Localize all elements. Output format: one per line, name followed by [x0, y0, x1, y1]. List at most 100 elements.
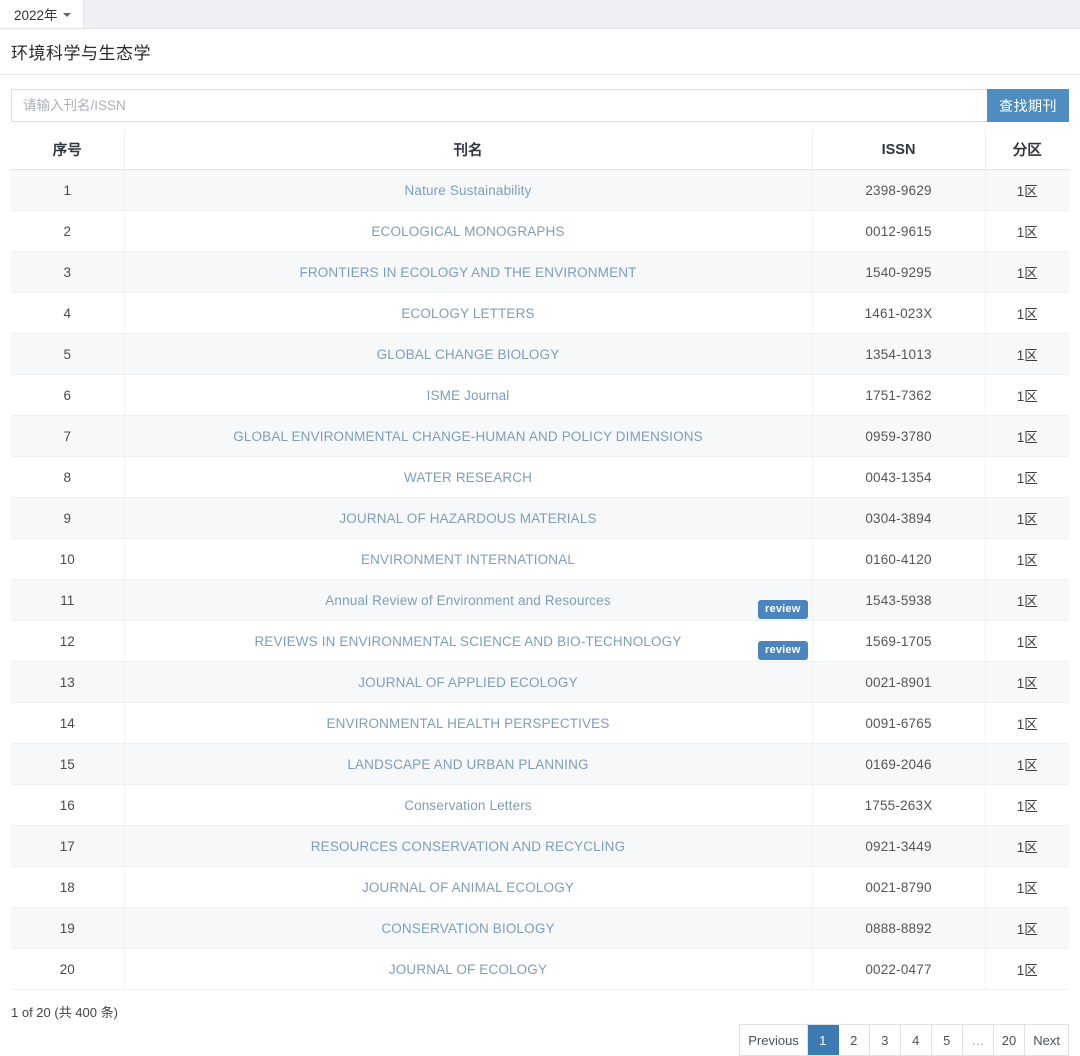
cell-index: 2: [11, 211, 124, 252]
journal-name-link[interactable]: CONSERVATION BIOLOGY: [381, 921, 554, 936]
cell-journal-name: RESOURCES CONSERVATION AND RECYCLING: [124, 826, 812, 867]
search-journal-button[interactable]: 查找期刊: [987, 89, 1069, 122]
journal-name-link[interactable]: ECOLOGY LETTERS: [401, 306, 534, 321]
cell-issn: 1354-1013: [812, 334, 985, 375]
cell-index: 1: [11, 170, 124, 211]
journal-name-link[interactable]: Nature Sustainability: [405, 183, 532, 198]
cell-index: 5: [11, 334, 124, 375]
journal-name-link[interactable]: WATER RESEARCH: [404, 470, 532, 485]
cell-zone: 1区: [985, 293, 1069, 334]
cell-issn: 0160-4120: [812, 539, 985, 580]
journal-name-link[interactable]: ENVIRONMENTAL HEALTH PERSPECTIVES: [326, 716, 609, 731]
cell-zone: 1区: [985, 662, 1069, 703]
year-tab-2022[interactable]: 2022年: [0, 0, 84, 28]
cell-zone: 1区: [985, 949, 1069, 990]
cell-zone: 1区: [985, 867, 1069, 908]
journal-name-link[interactable]: GLOBAL ENVIRONMENTAL CHANGE-HUMAN AND PO…: [233, 429, 703, 444]
cell-index: 6: [11, 375, 124, 416]
table-row: 4ECOLOGY LETTERS1461-023X1区: [11, 293, 1069, 334]
table-row: 16 Conservation Letters 1755-263X1区: [11, 785, 1069, 826]
table-row: 15LANDSCAPE AND URBAN PLANNING0169-20461…: [11, 744, 1069, 785]
table-row: 12REVIEWS IN ENVIRONMENTAL SCIENCE AND B…: [11, 621, 1069, 662]
journal-name-link[interactable]: JOURNAL OF HAZARDOUS MATERIALS: [339, 511, 596, 526]
table-row: 5 GLOBAL CHANGE BIOLOGY 1354-10131区: [11, 334, 1069, 375]
cell-zone: 1区: [985, 744, 1069, 785]
journal-table: 序号 刊名 ISSN 分区 1Nature Sustainability2398…: [11, 130, 1069, 990]
search-bar: 查找期刊: [11, 89, 1069, 122]
pagination-item-: …: [963, 1025, 994, 1055]
page-heading: 环境科学与生态学: [0, 29, 1080, 75]
cell-journal-name: JOURNAL OF APPLIED ECOLOGY: [124, 662, 812, 703]
pagination-item-1[interactable]: 1: [808, 1025, 839, 1055]
chevron-down-icon: [63, 13, 71, 17]
search-input[interactable]: [11, 89, 987, 122]
cell-issn: 0043-1354: [812, 457, 985, 498]
cell-issn: 0022-0477: [812, 949, 985, 990]
cell-journal-name: ECOLOGICAL MONOGRAPHS: [124, 211, 812, 252]
cell-index: 3: [11, 252, 124, 293]
cell-zone: 1区: [985, 539, 1069, 580]
cell-issn: 0959-3780: [812, 416, 985, 457]
journal-name-link[interactable]: REVIEWS IN ENVIRONMENTAL SCIENCE AND BIO…: [255, 634, 682, 649]
cell-zone: 1区: [985, 457, 1069, 498]
table-row: 10ENVIRONMENT INTERNATIONAL0160-41201区: [11, 539, 1069, 580]
review-badge: review: [758, 600, 807, 619]
cell-zone: 1区: [985, 785, 1069, 826]
cell-index: 8: [11, 457, 124, 498]
pagination-item-2[interactable]: 2: [839, 1025, 870, 1055]
cell-journal-name: ENVIRONMENT INTERNATIONAL: [124, 539, 812, 580]
table-row: 20 JOURNAL OF ECOLOGY 0022-04771区: [11, 949, 1069, 990]
journal-name-link[interactable]: ECOLOGICAL MONOGRAPHS: [371, 224, 564, 239]
table-row: 6ISME Journal1751-73621区: [11, 375, 1069, 416]
cell-journal-name: Conservation Letters: [124, 785, 812, 826]
cell-issn: 0091-6765: [812, 703, 985, 744]
cell-index: 11: [11, 580, 124, 621]
pagination-item-3[interactable]: 3: [870, 1025, 901, 1055]
table-row: 11 Annual Review of Environment and Resou…: [11, 580, 1069, 621]
journal-name-link[interactable]: LANDSCAPE AND URBAN PLANNING: [347, 757, 588, 772]
result-count: 1 of 20 (共 400 条): [11, 1002, 118, 1021]
column-header-zone: 分区: [985, 130, 1069, 170]
cell-issn: 1569-1705: [812, 621, 985, 662]
page-title: 环境科学与生态学: [11, 39, 151, 64]
journal-name-link[interactable]: Annual Review of Environment and Resourc…: [325, 593, 610, 608]
column-header-index: 序号: [11, 130, 124, 170]
cell-zone: 1区: [985, 580, 1069, 621]
journal-name-link[interactable]: FRONTIERS IN ECOLOGY AND THE ENVIRONMENT: [299, 265, 636, 280]
pagination-item-next[interactable]: Next: [1025, 1025, 1069, 1055]
cell-journal-name: Nature Sustainability: [124, 170, 812, 211]
cell-journal-name: GLOBAL ENVIRONMENTAL CHANGE-HUMAN AND PO…: [124, 416, 812, 457]
cell-issn: 1543-5938: [812, 580, 985, 621]
table-row: 17RESOURCES CONSERVATION AND RECYCLING09…: [11, 826, 1069, 867]
table-row: 9JOURNAL OF HAZARDOUS MATERIALS0304-3894…: [11, 498, 1069, 539]
journal-name-link[interactable]: Conservation Letters: [404, 798, 532, 813]
journal-name-link[interactable]: RESOURCES CONSERVATION AND RECYCLING: [311, 839, 625, 854]
cell-index: 16: [11, 785, 124, 826]
cell-issn: 0304-3894: [812, 498, 985, 539]
journal-name-link[interactable]: JOURNAL OF ANIMAL ECOLOGY: [362, 880, 574, 895]
journal-name-link[interactable]: JOURNAL OF ECOLOGY: [389, 962, 547, 977]
journal-name-link[interactable]: JOURNAL OF APPLIED ECOLOGY: [358, 675, 577, 690]
cell-zone: 1区: [985, 416, 1069, 457]
pagination-item-5[interactable]: 5: [932, 1025, 963, 1055]
cell-issn: 1755-263X: [812, 785, 985, 826]
cell-journal-name: CONSERVATION BIOLOGY: [124, 908, 812, 949]
cell-index: 20: [11, 949, 124, 990]
journal-name-link[interactable]: ISME Journal: [427, 388, 510, 403]
journal-name-link[interactable]: ENVIRONMENT INTERNATIONAL: [361, 552, 575, 567]
cell-zone: 1区: [985, 375, 1069, 416]
pagination-item-4[interactable]: 4: [901, 1025, 932, 1055]
cell-zone: 1区: [985, 826, 1069, 867]
cell-zone: 1区: [985, 334, 1069, 375]
cell-issn: 1461-023X: [812, 293, 985, 334]
cell-index: 14: [11, 703, 124, 744]
cell-issn: 0888-8892: [812, 908, 985, 949]
pagination-item-20[interactable]: 20: [994, 1025, 1025, 1055]
cell-index: 7: [11, 416, 124, 457]
pagination-item-previous[interactable]: Previous: [740, 1025, 808, 1055]
pagination: Previous12345…20Next: [739, 1024, 1069, 1056]
cell-zone: 1区: [985, 703, 1069, 744]
cell-issn: 0021-8901: [812, 662, 985, 703]
journal-name-link[interactable]: GLOBAL CHANGE BIOLOGY: [377, 347, 560, 362]
cell-journal-name: ECOLOGY LETTERS: [124, 293, 812, 334]
